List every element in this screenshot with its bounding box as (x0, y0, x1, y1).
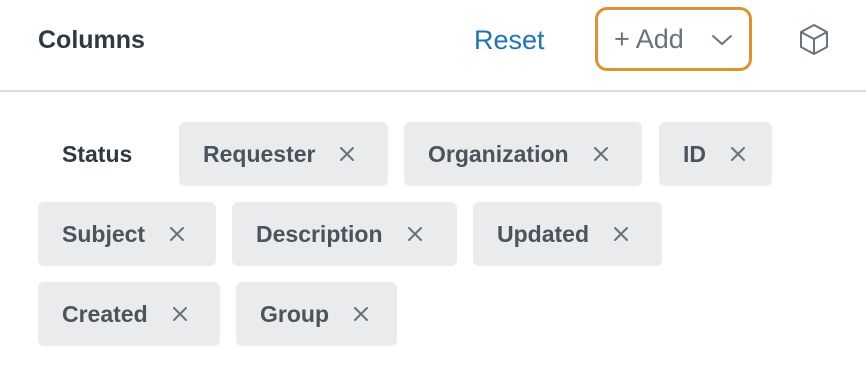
tag-label: Description (256, 221, 383, 247)
column-tag-id[interactable]: ID (659, 122, 772, 186)
status-column-label: Status (62, 141, 133, 167)
reset-button[interactable]: Reset (474, 24, 545, 56)
tag-label: Subject (62, 221, 146, 247)
tag-label: Created (62, 301, 148, 327)
column-tag-description[interactable]: Description (232, 202, 457, 266)
close-icon[interactable] (611, 224, 631, 244)
columns-panel: Columns Reset + Add Status Requester Org… (0, 0, 868, 386)
add-button-label: + Add (614, 24, 684, 54)
column-tag-requester[interactable]: Requester (179, 122, 388, 186)
tag-label: Requester (203, 141, 316, 167)
close-icon[interactable] (728, 144, 748, 164)
column-tag-updated[interactable]: Updated (473, 202, 662, 266)
panel-header: Columns Reset + Add (0, 0, 866, 92)
tag-label: ID (683, 141, 706, 167)
panel-title: Columns (38, 26, 145, 54)
close-icon[interactable] (405, 224, 425, 244)
close-icon[interactable] (337, 144, 357, 164)
close-icon[interactable] (170, 304, 190, 324)
column-tag-created[interactable]: Created (38, 282, 220, 346)
cube-icon[interactable] (797, 22, 831, 56)
add-column-button[interactable]: + Add (595, 7, 752, 71)
column-tag-organization[interactable]: Organization (404, 122, 642, 186)
tag-label: Organization (428, 141, 569, 167)
close-icon[interactable] (351, 304, 371, 324)
column-tag-group[interactable]: Group (236, 282, 397, 346)
close-icon[interactable] (591, 144, 611, 164)
chevron-down-icon (712, 35, 732, 45)
close-icon[interactable] (167, 224, 187, 244)
column-tag-subject[interactable]: Subject (38, 202, 216, 266)
tag-label: Updated (497, 221, 589, 247)
tag-label: Group (260, 301, 329, 327)
